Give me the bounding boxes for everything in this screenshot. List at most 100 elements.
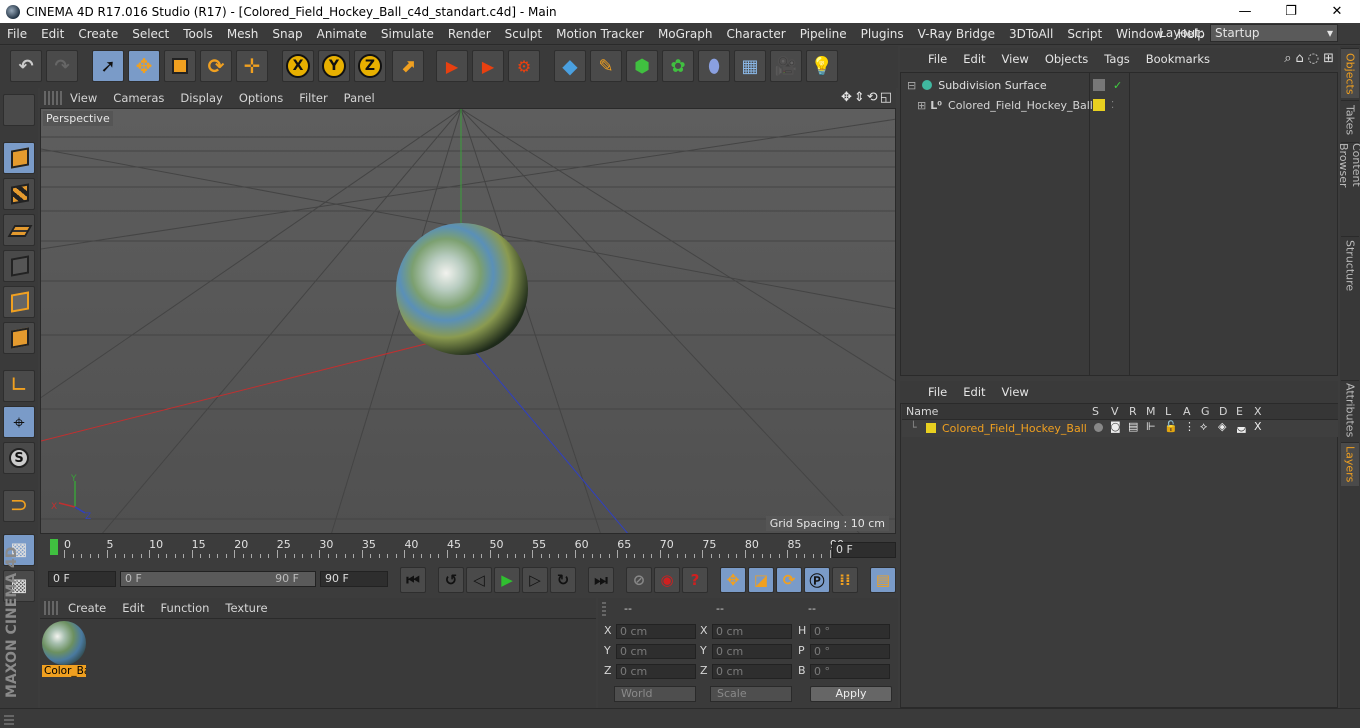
layer-manager-icon[interactable]: ⊩ (1146, 420, 1156, 433)
object-menu-objects[interactable]: Objects (1037, 52, 1096, 66)
menu-snap[interactable]: Snap (265, 27, 309, 41)
perspective-viewport[interactable]: X Y Z Perspective Grid Spacing : 10 cm (40, 108, 896, 534)
tab-layers[interactable]: Layers (1341, 442, 1359, 486)
layer-generators-icon[interactable]: ⟡ (1200, 420, 1207, 434)
col-deformers[interactable]: D (1219, 405, 1227, 418)
tab-takes[interactable]: Takes (1341, 100, 1359, 140)
close-button[interactable]: ✕ (1314, 0, 1360, 23)
move-icon[interactable]: ✥ (128, 50, 160, 82)
live-selection-icon[interactable]: ➚ (92, 50, 124, 82)
keyframe-selection-icon[interactable]: ? (682, 567, 708, 593)
object-row-hockey-ball[interactable]: ⊞ L⁰ Colored_Field_Hockey_Ball ⁚ (901, 95, 1337, 115)
menu-file[interactable]: File (0, 27, 34, 41)
menu-vray-bridge[interactable]: V-Ray Bridge (911, 27, 1002, 41)
layer-expressions-icon[interactable]: ◛ (1236, 420, 1247, 433)
next-frame-icon[interactable]: ▷ (522, 567, 548, 593)
layer-menu-edit[interactable]: Edit (955, 385, 993, 399)
viewport-menu-panel[interactable]: Panel (336, 91, 383, 105)
coordinate-system-icon[interactable]: ⬈ (392, 50, 424, 82)
enabled-check-icon[interactable]: ✓ (1113, 79, 1122, 92)
go-to-end-icon[interactable]: ⏭ (588, 567, 614, 593)
menu-tools[interactable]: Tools (176, 27, 220, 41)
layer-deformers-icon[interactable]: ◈ (1218, 420, 1226, 433)
previous-key-icon[interactable]: ↺ (438, 567, 464, 593)
y-axis-lock[interactable]: Y (318, 50, 350, 82)
layer-view-icon[interactable]: ◙ (1110, 420, 1121, 433)
layer-color-swatch[interactable] (926, 423, 936, 433)
tweak-mode-icon[interactable]: ⌖ (3, 406, 35, 438)
camera-icon[interactable]: 🎥 (770, 50, 802, 82)
col-view[interactable]: V (1111, 405, 1119, 418)
record-keys-disabled-icon[interactable]: ⊘ (626, 567, 652, 593)
layer-solo-icon[interactable] (1094, 423, 1103, 432)
key-parameter-icon[interactable]: Ⓟ (804, 567, 830, 593)
cube-primitive-icon[interactable]: ◆ (554, 50, 586, 82)
key-position-icon[interactable]: ✥ (720, 567, 746, 593)
hockey-ball-object[interactable] (396, 223, 528, 355)
tree-collapse-icon[interactable]: ⊟ (907, 79, 916, 92)
rot-h-field[interactable]: 0 ° (810, 624, 890, 639)
viewport-menu-filter[interactable]: Filter (291, 91, 335, 105)
z-axis-lock[interactable]: Z (354, 50, 386, 82)
col-manager[interactable]: M (1146, 405, 1156, 418)
start-frame-field[interactable]: 0 F (48, 571, 116, 587)
size-z-field[interactable]: 0 cm (712, 664, 792, 679)
x-axis-lock[interactable]: X (282, 50, 314, 82)
pen-spline-icon[interactable]: ✎ (590, 50, 622, 82)
viewport-menu-view[interactable]: View (62, 91, 105, 105)
end-frame-field[interactable]: 90 F (320, 571, 388, 587)
undo-icon[interactable]: ↶ (10, 50, 42, 82)
object-menu-edit[interactable]: Edit (955, 52, 993, 66)
orbit-view-icon[interactable]: ⟲ (867, 90, 878, 105)
layer-color-tag[interactable] (1093, 99, 1105, 111)
menu-pipeline[interactable]: Pipeline (793, 27, 854, 41)
object-menu-file[interactable]: File (920, 52, 955, 66)
editor-visibility-icon[interactable] (1093, 79, 1105, 91)
tab-structure[interactable]: Structure (1341, 236, 1359, 294)
size-x-field[interactable]: 0 cm (712, 624, 792, 639)
layer-menu-file[interactable]: File (920, 385, 955, 399)
transform-mode-dropdown[interactable]: Scale (710, 686, 792, 702)
menu-render[interactable]: Render (441, 27, 498, 41)
make-editable-icon[interactable] (3, 94, 35, 126)
visibility-dots-icon[interactable]: ⁚ (1111, 100, 1114, 111)
timeline-ruler[interactable]: 051015202530354045505560657075808590 0 F (40, 536, 898, 564)
go-to-start-icon[interactable]: ⏮ (400, 567, 426, 593)
new-window-icon[interactable]: ⊞ (1323, 51, 1334, 66)
layer-menu-view[interactable]: View (994, 385, 1037, 399)
menu-simulate[interactable]: Simulate (374, 27, 441, 41)
back-icon[interactable]: ◌ (1308, 51, 1319, 66)
pos-z-field[interactable]: 0 cm (616, 664, 696, 679)
menu-character[interactable]: Character (719, 27, 792, 41)
workplane-mode-icon[interactable] (3, 214, 35, 246)
autokey-icon[interactable]: ◉ (654, 567, 680, 593)
material-menu-create[interactable]: Create (60, 601, 114, 615)
transform-icon[interactable]: ✛ (236, 50, 268, 82)
texture-mode-icon[interactable] (3, 178, 35, 210)
solo-mode-icon[interactable]: S (3, 442, 35, 474)
snapping-magnet-icon[interactable]: ⊃ (3, 490, 35, 522)
pos-y-field[interactable]: 0 cm (616, 644, 696, 659)
rot-p-field[interactable]: 0 ° (810, 644, 890, 659)
menu-create[interactable]: Create (71, 27, 125, 41)
render-view-icon[interactable]: ▶ (436, 50, 468, 82)
menu-edit[interactable]: Edit (34, 27, 71, 41)
material-menu-edit[interactable]: Edit (114, 601, 152, 615)
toggle-view-icon[interactable]: ◱ (880, 90, 892, 105)
menu-plugins[interactable]: Plugins (854, 27, 911, 41)
maximize-button[interactable]: ❐ (1268, 0, 1314, 23)
key-rotation-icon[interactable]: ⟳ (776, 567, 802, 593)
object-menu-view[interactable]: View (994, 52, 1037, 66)
material-swatch[interactable]: Color_Ba (42, 621, 86, 679)
size-y-field[interactable]: 0 cm (712, 644, 792, 659)
col-locked[interactable]: L (1165, 405, 1171, 418)
object-row-subdivision-surface[interactable]: ⊟ Subdivision Surface ✓ (901, 75, 1337, 95)
subdivision-surface-icon[interactable]: ⬢ (626, 50, 658, 82)
menu-sculpt[interactable]: Sculpt (498, 27, 549, 41)
minimize-button[interactable]: — (1222, 0, 1268, 23)
deformer-icon[interactable]: ⬮ (698, 50, 730, 82)
layer-render-icon[interactable]: ▤ (1128, 420, 1138, 433)
col-solo[interactable]: S (1092, 405, 1099, 418)
next-key-icon[interactable]: ↻ (550, 567, 576, 593)
model-mode-icon[interactable] (3, 142, 35, 174)
